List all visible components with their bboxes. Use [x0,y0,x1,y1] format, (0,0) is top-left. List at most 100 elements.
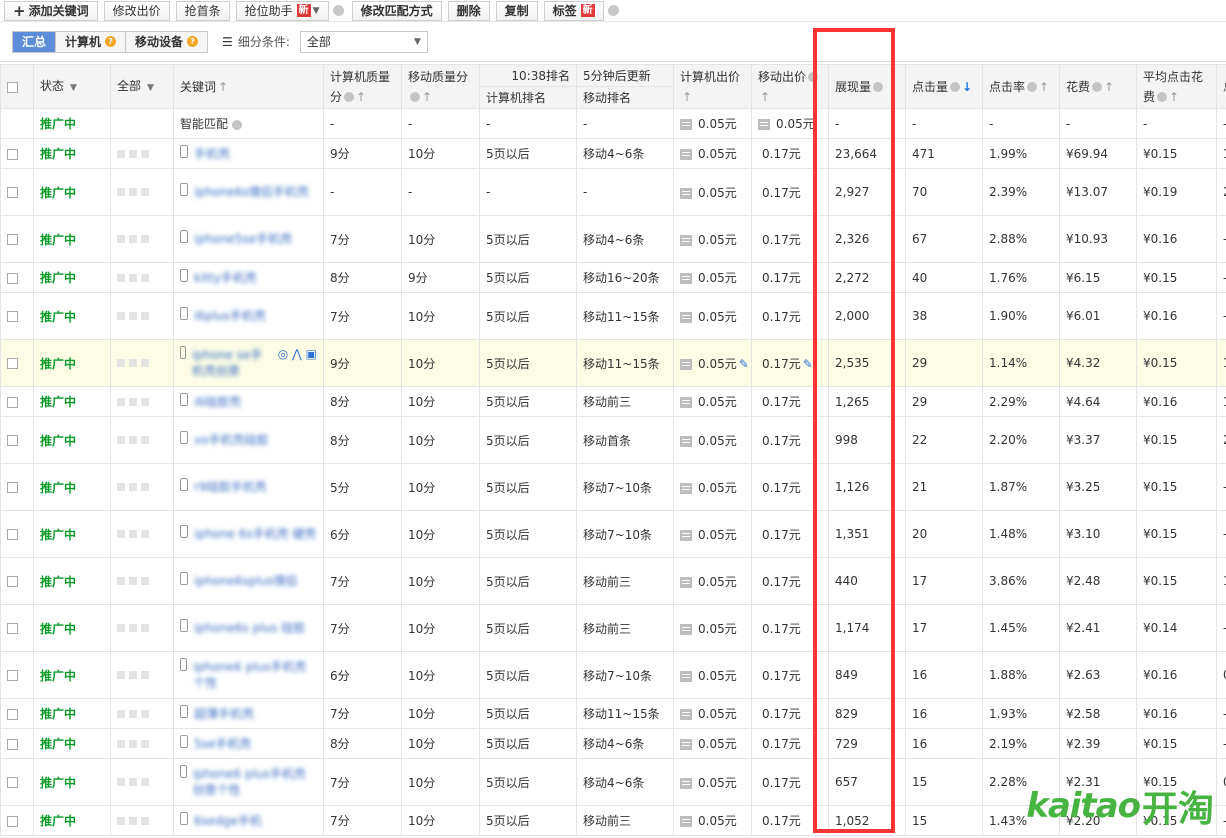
grab-first-button[interactable]: 抢首条 [175,0,230,21]
row-checkbox[interactable] [7,576,18,587]
keyword-cell[interactable]: 超薄手机壳 [173,698,324,729]
ctr-header[interactable]: 点击率 ↑ [982,64,1060,109]
mobile-quality-header[interactable]: 移动质量分 ↑ [401,64,480,109]
pc-bid-cell[interactable]: 0.05元 [673,758,752,806]
pc-bid-cell[interactable]: 0.05元 [673,651,752,699]
cost-header[interactable]: 花费 ↑ [1059,64,1137,109]
row-checkbox[interactable] [7,435,18,446]
keyword-cell[interactable]: iphone se手机壳创意 ◎ ⋀ ▣ [173,339,324,387]
add-keyword-button[interactable]: + 添加关键词 [4,0,98,21]
keyword-cell[interactable]: i6plus手机壳 [173,292,324,340]
pc-bid-cell[interactable]: 0.05元 [673,108,752,139]
mobile-bid-cell[interactable]: 0.05元 [751,108,829,139]
mobile-bid-cell[interactable]: 0.17元 [751,168,829,216]
mobile-bid-cell[interactable]: 0.17元 [751,510,829,558]
row-checkbox[interactable] [7,529,18,540]
keyword-cell[interactable]: iphone6 plus手机壳创意个性 [173,758,324,806]
help-icon[interactable] [332,5,344,16]
pc-quality-header[interactable]: 计算机质量分 ↑ [323,64,402,109]
modify-bid-button[interactable]: 修改出价 [103,0,170,21]
keyword-cell[interactable]: 5se手机壳 [173,728,324,759]
pc-bid-cell[interactable]: 0.05元 [673,138,752,169]
all-filter-header[interactable]: 全部 ▼ [110,64,174,109]
tag-button[interactable]: 标签新 [543,0,604,21]
pc-bid-cell[interactable]: 0.05元 [673,510,752,558]
keyword-cell[interactable]: 手机壳 [173,138,324,169]
mobile-bid-cell[interactable]: 0.17元 [751,215,829,263]
row-checkbox[interactable] [7,311,18,322]
keyword-cell[interactable]: iphone6s plus 硅胶 [173,604,324,652]
select-all-checkbox[interactable] [7,81,18,93]
help-icon[interactable] [607,5,619,16]
pc-bid-cell[interactable]: 0.05元 ✎ [673,339,752,387]
row-checkbox[interactable] [7,234,18,245]
pc-bid-cell[interactable]: 0.05元 [673,698,752,729]
pc-bid-cell[interactable]: 0.05元 [673,262,752,293]
pc-bid-header[interactable]: 计算机出价 ↑ [673,64,752,109]
row-checkbox[interactable] [7,272,18,284]
row-checkbox[interactable] [7,358,18,369]
clicks-header[interactable]: 点击量 ↓ [905,64,983,109]
tab-computer[interactable]: 计算机? [56,31,127,52]
mobile-bid-cell[interactable]: 0.17元 ✎ [751,339,829,387]
impressions-header[interactable]: 展现量 [828,64,906,109]
row-checkbox[interactable] [7,187,18,198]
mobile-bid-cell[interactable]: 0.17元 [751,604,829,652]
keyword-cell[interactable]: iphone6splus情侣 [173,557,324,605]
keyword-cell[interactable]: r9硅胶手机壳 [173,463,324,511]
modify-match-button[interactable]: 修改匹配方式 [351,0,442,21]
row-checkbox[interactable] [7,738,18,750]
mobile-bid-cell[interactable]: 0.17元 [751,805,829,836]
row-checkbox[interactable] [7,482,18,493]
mobile-bid-cell[interactable]: 0.17元 [751,698,829,729]
mobile-bid-cell[interactable]: 0.17元 [751,386,829,417]
keyword-cell[interactable]: kitty手机壳 [173,262,324,293]
keyword-cell[interactable]: vo手机壳硅胶 [173,416,324,464]
pc-bid-cell[interactable]: 0.05元 [673,386,752,417]
pc-bid-cell[interactable]: 0.05元 [673,604,752,652]
mobile-bid-cell[interactable]: 0.17元 [751,651,829,699]
tab-mobile[interactable]: 移动设备? [126,31,208,52]
mobile-bid-cell[interactable]: 0.17元 [751,728,829,759]
delete-button[interactable]: 删除 [447,0,490,21]
row-checkbox[interactable] [7,708,18,720]
condition-select[interactable]: 全部 ▼ [299,30,428,53]
pc-bid-cell[interactable]: 0.05元 [673,805,752,836]
keyword-cell[interactable]: iphone6s情侣手机壳 [173,168,324,216]
row-checkbox[interactable] [7,777,18,788]
keyword-cell[interactable]: 6sedge手机 [173,805,324,836]
status-header[interactable]: 状态 ▼ [33,64,111,109]
row-checkbox[interactable] [7,670,18,681]
row-checkbox[interactable] [7,815,18,827]
pc-bid-cell[interactable]: 0.05元 [673,416,752,464]
pc-bid-cell[interactable]: 0.05元 [673,292,752,340]
pc-bid-cell[interactable]: 0.05元 [673,168,752,216]
edit-icon[interactable]: ✎ [803,357,813,371]
row-action-icons[interactable]: ◎ ⋀ ▣ [278,347,317,361]
rank-helper-button[interactable]: 抢位助手新 ▼ [235,0,329,21]
row-checkbox[interactable] [7,396,18,408]
mobile-bid-cell[interactable]: 0.17元 [751,416,829,464]
mobile-bid-cell[interactable]: 0.17元 [751,557,829,605]
keyword-header[interactable]: 关键词 ↑ [173,64,324,109]
row-checkbox[interactable] [7,623,18,634]
mobile-bid-cell[interactable]: 0.17元 [751,463,829,511]
tab-summary[interactable]: 汇总 [13,31,57,52]
pc-bid-cell[interactable]: 0.05元 [673,728,752,759]
mobile-bid-cell[interactable]: 0.17元 [751,138,829,169]
row-checkbox[interactable] [7,148,18,160]
edit-icon[interactable]: ✎ [739,357,749,371]
keyword-cell[interactable]: iphone 6s手机壳 硬壳 [173,510,324,558]
keyword-cell[interactable]: iphone6 plus手机壳 个性 [173,651,324,699]
mobile-bid-header[interactable]: 移动出价 ↑ [751,64,829,109]
mobile-bid-cell[interactable]: 0.17元 [751,262,829,293]
copy-button[interactable]: 复制 [495,0,538,21]
mobile-bid-cell[interactable]: 0.17元 [751,292,829,340]
avg-cpc-header[interactable]: 平均点击花费 ↑ [1136,64,1217,109]
keyword-cell[interactable]: iphone5se手机壳 [173,215,324,263]
pc-bid-cell[interactable]: 0.05元 [673,463,752,511]
pc-bid-cell[interactable]: 0.05元 [673,557,752,605]
pc-bid-cell[interactable]: 0.05元 [673,215,752,263]
mobile-bid-cell[interactable]: 0.17元 [751,758,829,806]
keyword-cell[interactable]: i6硅胶壳 [173,386,324,417]
